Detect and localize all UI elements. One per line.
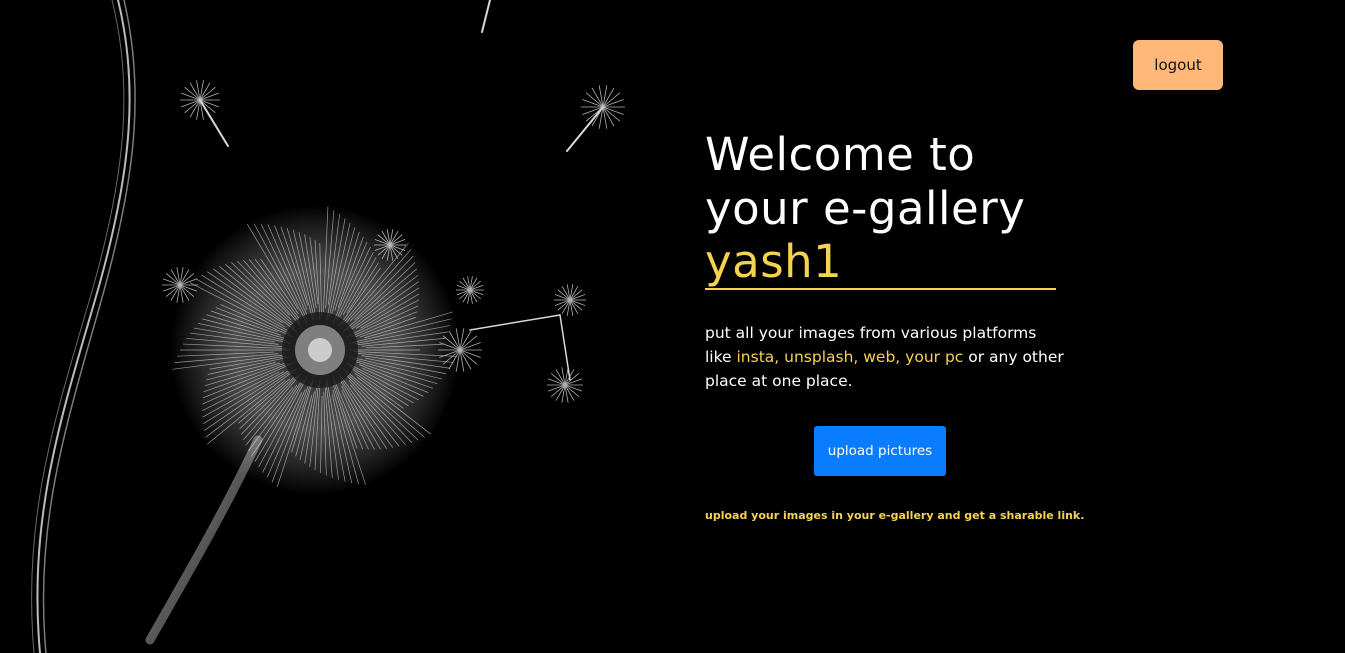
dandelion-image — [30, 0, 625, 653]
page-title: Welcome to your e-gallery yash1 — [705, 128, 1057, 290]
logout-button[interactable]: logout — [1133, 40, 1223, 90]
landing-page: logout Welcome to your e-gallery yash1 p… — [0, 0, 1345, 653]
upload-note: upload your images in your e-gallery and… — [705, 509, 1085, 522]
description: put all your images from various platfor… — [705, 321, 1065, 393]
title-line-2: your e-gallery — [705, 182, 1026, 235]
platforms-highlight: insta, unsplash, web, your pc — [736, 348, 964, 366]
username: yash1 — [705, 236, 1056, 290]
title-line-1: Welcome to — [705, 128, 976, 181]
upload-pictures-button[interactable]: upload pictures — [814, 426, 946, 476]
hero-section: Welcome to your e-gallery yash1 put all … — [705, 128, 1064, 393]
